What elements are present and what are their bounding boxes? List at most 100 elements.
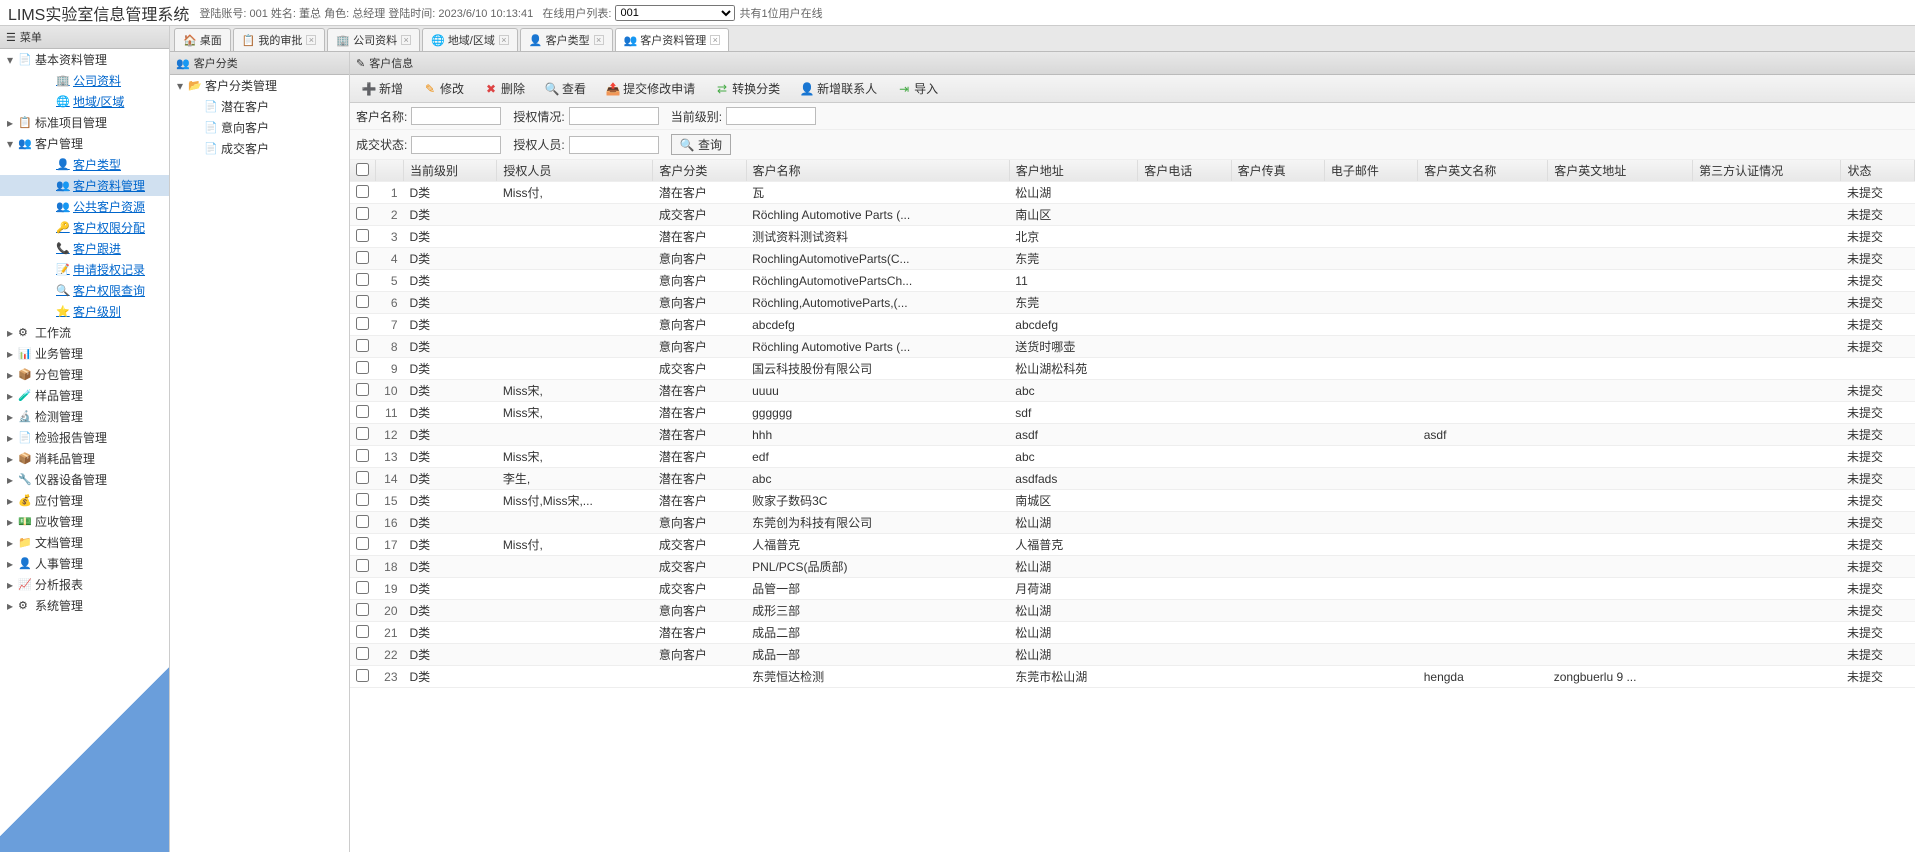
table-row[interactable]: 21D类潜在客户成品二部松山湖未提交 bbox=[350, 622, 1915, 644]
search-deal-status[interactable] bbox=[411, 136, 501, 154]
toolbar-新增联系人-button[interactable]: 👤新增联系人 bbox=[794, 78, 883, 99]
menu-item[interactable]: ▸💰应付管理 bbox=[0, 490, 169, 511]
table-row[interactable]: 18D类成交客户PNL/PCS(品质部)松山湖未提交 bbox=[350, 556, 1915, 578]
menu-item[interactable]: ▾👥客户管理 bbox=[0, 133, 169, 154]
tab-close-icon[interactable]: × bbox=[710, 35, 720, 45]
search-auth-person[interactable] bbox=[569, 136, 659, 154]
column-header[interactable]: 客户名称 bbox=[746, 160, 1009, 182]
table-row[interactable]: 8D类意向客户Röchling Automotive Parts (...送货时… bbox=[350, 336, 1915, 358]
table-row[interactable]: 3D类潜在客户测试资料测试资料北京未提交 bbox=[350, 226, 1915, 248]
column-header[interactable]: 客户分类 bbox=[653, 160, 746, 182]
table-row[interactable]: 9D类成交客户国云科技股份有限公司松山湖松科苑 bbox=[350, 358, 1915, 380]
menu-item[interactable]: 📝申请授权记录 bbox=[0, 259, 169, 280]
menu-item[interactable]: 👥公共客户资源 bbox=[0, 196, 169, 217]
row-checkbox[interactable] bbox=[356, 625, 369, 638]
toolbar-导入-button[interactable]: ⇥导入 bbox=[891, 78, 944, 99]
column-header[interactable]: 客户地址 bbox=[1009, 160, 1137, 182]
row-checkbox[interactable] bbox=[356, 559, 369, 572]
menu-item[interactable]: ▸⚙系统管理 bbox=[0, 595, 169, 616]
table-row[interactable]: 19D类成交客户品管一部月荷湖未提交 bbox=[350, 578, 1915, 600]
menu-item[interactable]: ▸💵应收管理 bbox=[0, 511, 169, 532]
menu-item[interactable]: ⭐客户级别 bbox=[0, 301, 169, 322]
tab[interactable]: 👥客户资料管理× bbox=[615, 28, 730, 51]
select-all-checkbox[interactable] bbox=[356, 163, 369, 176]
tab-close-icon[interactable]: × bbox=[401, 35, 411, 45]
online-users-select[interactable]: 001 bbox=[615, 5, 735, 21]
row-checkbox[interactable] bbox=[356, 405, 369, 418]
row-checkbox[interactable] bbox=[356, 251, 369, 264]
table-row[interactable]: 2D类成交客户Röchling Automotive Parts (...南山区… bbox=[350, 204, 1915, 226]
table-row[interactable]: 10D类Miss宋,潜在客户uuuuabc未提交 bbox=[350, 380, 1915, 402]
row-checkbox[interactable] bbox=[356, 339, 369, 352]
column-header[interactable]: 状态 bbox=[1841, 160, 1915, 182]
search-auth-status[interactable] bbox=[569, 107, 659, 125]
toolbar-删除-button[interactable]: ✖删除 bbox=[478, 78, 531, 99]
toolbar-提交修改申请-button[interactable]: 📤提交修改申请 bbox=[600, 78, 701, 99]
tab[interactable]: 👤客户类型× bbox=[520, 28, 613, 51]
row-checkbox[interactable] bbox=[356, 361, 369, 374]
table-row[interactable]: 13D类Miss宋,潜在客户edfabc未提交 bbox=[350, 446, 1915, 468]
column-header[interactable] bbox=[376, 160, 404, 182]
column-header[interactable]: 客户英文名称 bbox=[1418, 160, 1548, 182]
row-checkbox[interactable] bbox=[356, 471, 369, 484]
row-checkbox[interactable] bbox=[356, 603, 369, 616]
category-item[interactable]: 📄成交客户 bbox=[170, 138, 349, 159]
column-header[interactable]: 第三方认证情况 bbox=[1693, 160, 1841, 182]
table-row[interactable]: 16D类意向客户东莞创为科技有限公司松山湖未提交 bbox=[350, 512, 1915, 534]
menu-item[interactable]: ▸📄检验报告管理 bbox=[0, 427, 169, 448]
row-checkbox[interactable] bbox=[356, 229, 369, 242]
row-checkbox[interactable] bbox=[356, 185, 369, 198]
search-customer-name[interactable] bbox=[411, 107, 501, 125]
row-checkbox[interactable] bbox=[356, 273, 369, 286]
table-row[interactable]: 6D类意向客户Röchling,AutomotiveParts,(...东莞未提… bbox=[350, 292, 1915, 314]
table-row[interactable]: 22D类意向客户成品一部松山湖未提交 bbox=[350, 644, 1915, 666]
category-root[interactable]: ▾📂客户分类管理 bbox=[170, 75, 349, 96]
table-row[interactable]: 7D类意向客户abcdefgabcdefg未提交 bbox=[350, 314, 1915, 336]
tab[interactable]: 🌐地域/区域× bbox=[422, 28, 518, 51]
menu-item[interactable]: 👥客户资料管理 bbox=[0, 175, 169, 196]
row-checkbox[interactable] bbox=[356, 515, 369, 528]
row-checkbox[interactable] bbox=[356, 581, 369, 594]
menu-item[interactable]: ▸🔬检测管理 bbox=[0, 406, 169, 427]
table-row[interactable]: 1D类Miss付,潜在客户瓦松山湖未提交 bbox=[350, 182, 1915, 204]
table-row[interactable]: 11D类Miss宋,潜在客户ggggggsdf未提交 bbox=[350, 402, 1915, 424]
toolbar-转换分类-button[interactable]: ⇄转换分类 bbox=[709, 78, 786, 99]
menu-item[interactable]: ▸👤人事管理 bbox=[0, 553, 169, 574]
table-row[interactable]: 20D类意向客户成形三部松山湖未提交 bbox=[350, 600, 1915, 622]
table-row[interactable]: 4D类意向客户RochlingAutomotiveParts(C...东莞未提交 bbox=[350, 248, 1915, 270]
table-row[interactable]: 17D类Miss付,成交客户人福普克人福普克未提交 bbox=[350, 534, 1915, 556]
row-checkbox[interactable] bbox=[356, 537, 369, 550]
menu-item[interactable]: 🏢公司资料 bbox=[0, 70, 169, 91]
menu-item[interactable]: ▸📁文档管理 bbox=[0, 532, 169, 553]
toolbar-修改-button[interactable]: ✎修改 bbox=[417, 78, 470, 99]
column-header[interactable]: 电子邮件 bbox=[1324, 160, 1417, 182]
row-checkbox[interactable] bbox=[356, 647, 369, 660]
row-checkbox[interactable] bbox=[356, 295, 369, 308]
row-checkbox[interactable] bbox=[356, 493, 369, 506]
tab[interactable]: 📋我的审批× bbox=[233, 28, 326, 51]
menu-item[interactable]: ▸📊业务管理 bbox=[0, 343, 169, 364]
tab-close-icon[interactable]: × bbox=[499, 35, 509, 45]
row-checkbox[interactable] bbox=[356, 669, 369, 682]
tab-close-icon[interactable]: × bbox=[306, 35, 316, 45]
menu-item[interactable]: 🌐地域/区域 bbox=[0, 91, 169, 112]
table-row[interactable]: 12D类潜在客户hhhasdfasdf未提交 bbox=[350, 424, 1915, 446]
column-header[interactable]: 客户传真 bbox=[1231, 160, 1324, 182]
menu-item[interactable]: 🔑客户权限分配 bbox=[0, 217, 169, 238]
search-current-level[interactable] bbox=[726, 107, 816, 125]
row-checkbox[interactable] bbox=[356, 427, 369, 440]
menu-item[interactable]: 🔍客户权限查询 bbox=[0, 280, 169, 301]
menu-item[interactable]: ▸⚙工作流 bbox=[0, 322, 169, 343]
column-header[interactable]: 客户电话 bbox=[1138, 160, 1231, 182]
column-header[interactable]: 授权人员 bbox=[497, 160, 653, 182]
category-item[interactable]: 📄潜在客户 bbox=[170, 96, 349, 117]
table-row[interactable]: 14D类李生,潜在客户abcasdfads未提交 bbox=[350, 468, 1915, 490]
menu-item[interactable]: ▸📋标准项目管理 bbox=[0, 112, 169, 133]
data-grid[interactable]: 当前级别授权人员客户分类客户名称客户地址客户电话客户传真电子邮件客户英文名称客户… bbox=[350, 160, 1915, 852]
menu-item[interactable]: ▸🔧仪器设备管理 bbox=[0, 469, 169, 490]
table-row[interactable]: 15D类Miss付,Miss宋,...潜在客户败家子数码3C南城区未提交 bbox=[350, 490, 1915, 512]
tab-close-icon[interactable]: × bbox=[594, 35, 604, 45]
row-checkbox[interactable] bbox=[356, 207, 369, 220]
column-header[interactable]: 当前级别 bbox=[404, 160, 497, 182]
menu-item[interactable]: ▸📈分析报表 bbox=[0, 574, 169, 595]
